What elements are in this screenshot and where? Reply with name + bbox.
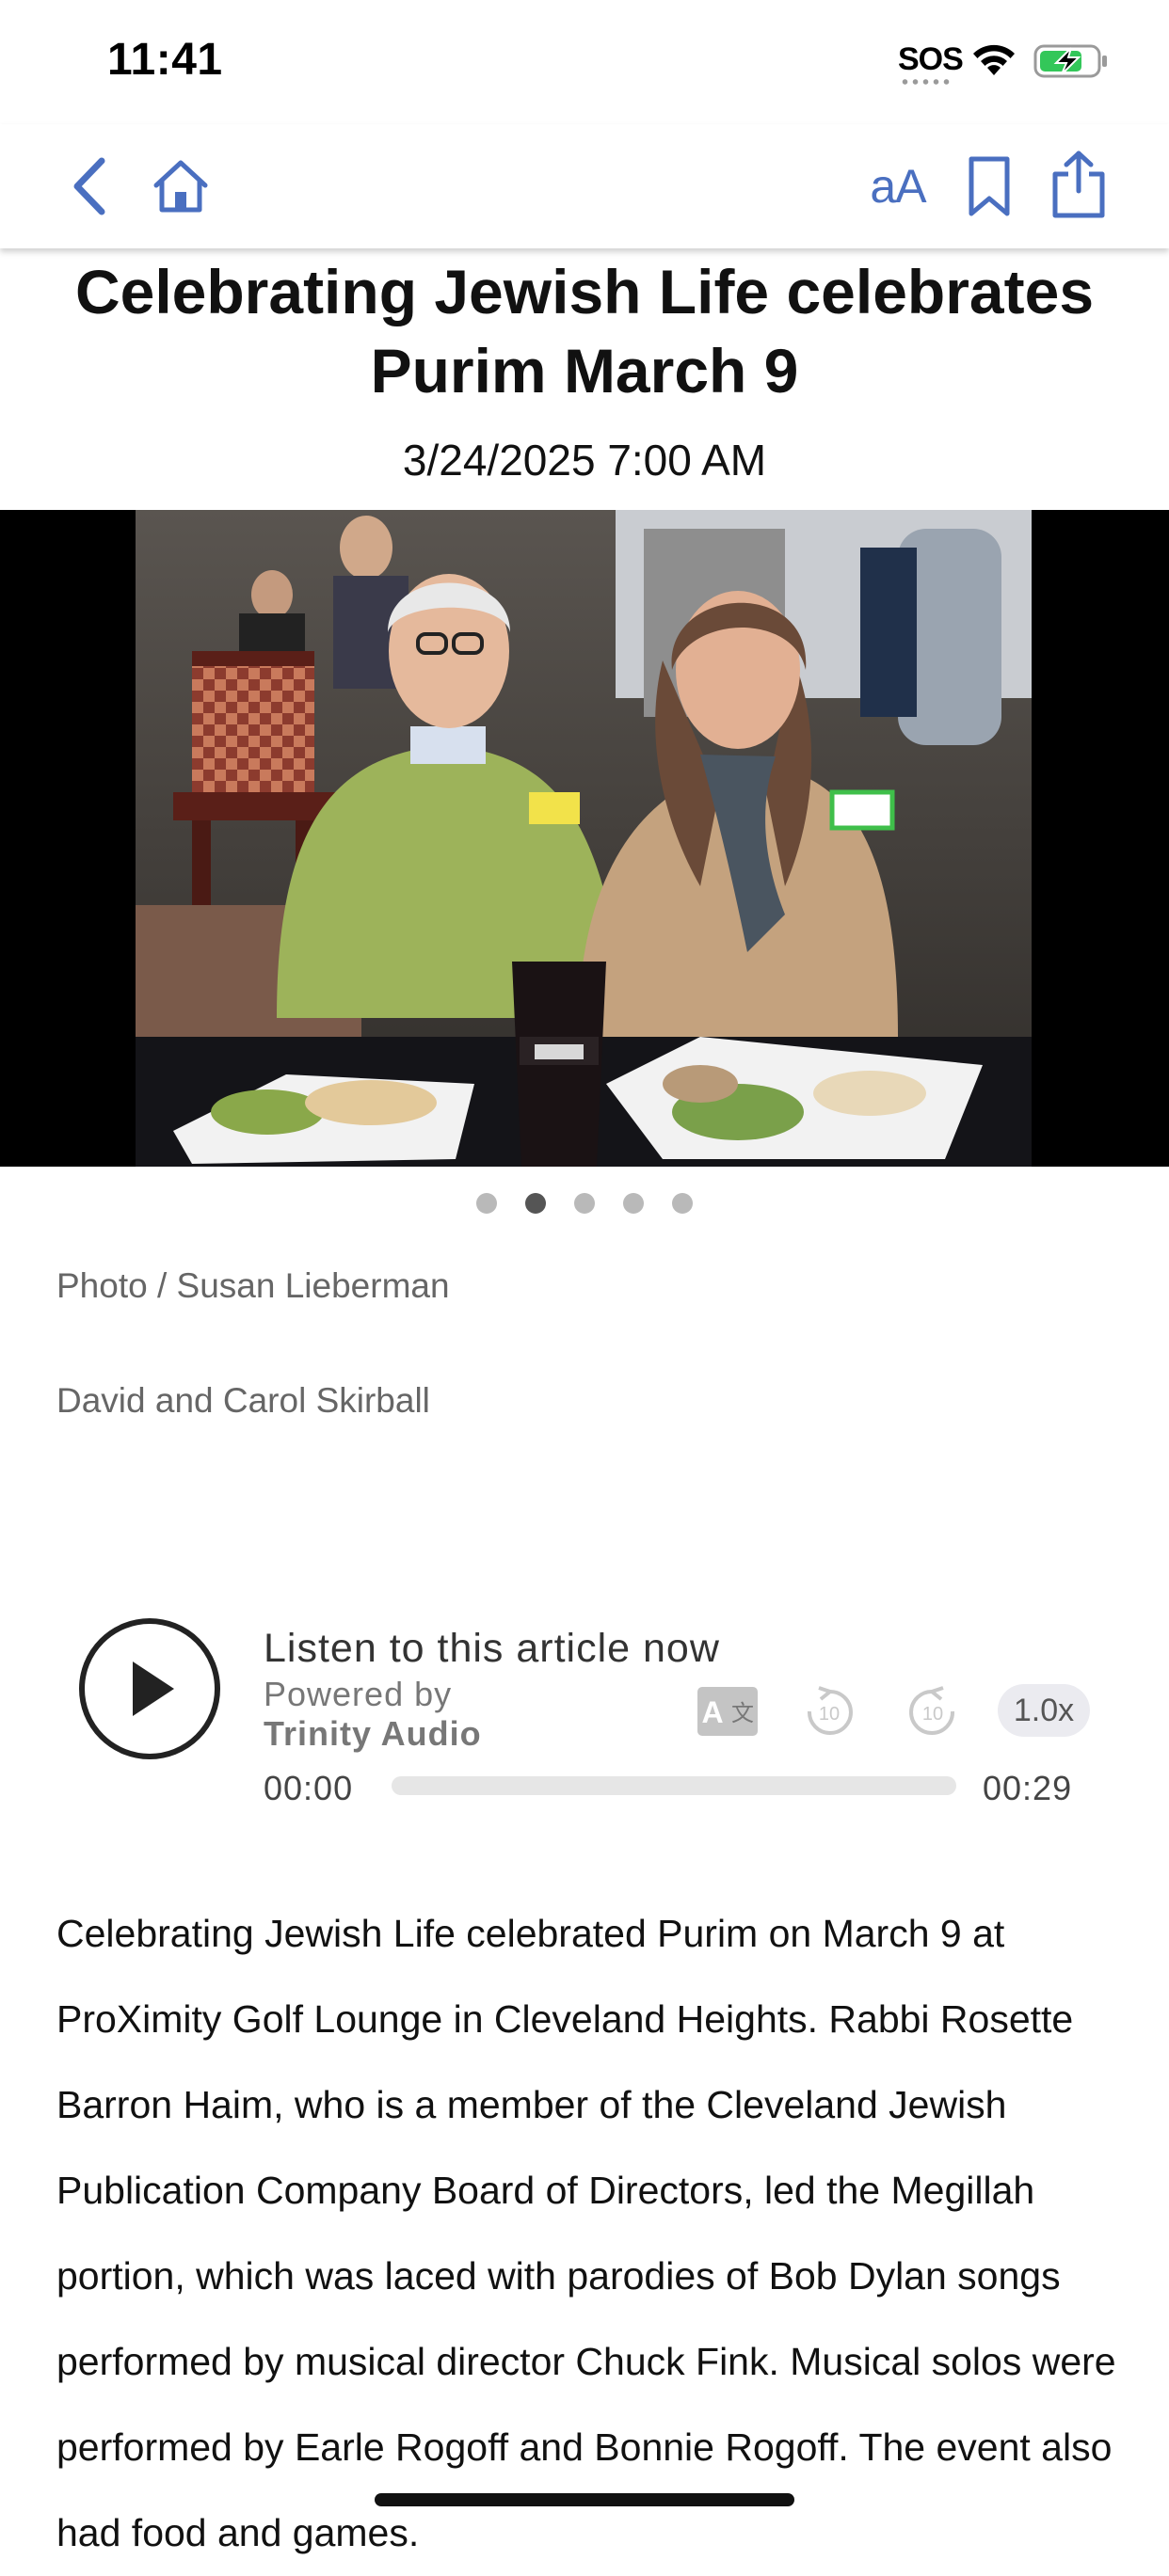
nav-bar: aA <box>0 124 1169 248</box>
rewind-10-icon: 10 <box>807 1686 853 1735</box>
sos-indicator: SOS <box>898 41 964 77</box>
photo-caption: David and Carol Skirball <box>56 1381 430 1420</box>
article-body: Celebrating Jewish Life celebrated Purim… <box>56 1912 1116 2554</box>
article-photo <box>136 510 1032 1167</box>
signal-dots-icon <box>900 79 953 85</box>
battery-charging-icon <box>1033 44 1107 78</box>
audio-progress-bar[interactable] <box>392 1776 956 1795</box>
carousel-dot[interactable] <box>672 1193 693 1214</box>
play-button[interactable] <box>79 1618 220 1759</box>
wifi-icon <box>973 44 1015 75</box>
carousel-dot[interactable] <box>623 1193 644 1214</box>
chevron-left-icon <box>73 157 105 215</box>
svg-text:10: 10 <box>819 1704 840 1725</box>
carousel-dots[interactable] <box>0 1193 1169 1216</box>
duration: 00:29 <box>983 1769 1073 1807</box>
forward-10-icon: 10 <box>909 1686 955 1735</box>
carousel-dot[interactable] <box>476 1193 497 1214</box>
rewind-10-button[interactable]: 10 <box>800 1682 858 1741</box>
svg-text:A: A <box>701 1695 723 1729</box>
translate-icon: A 文 <box>697 1687 758 1736</box>
article-title: Celebrating Jewish Life celebrates Purim… <box>74 257 1095 405</box>
svg-text:文: 文 <box>731 1700 754 1726</box>
status-bar: 11:41 SOS <box>0 0 1169 124</box>
translate-button[interactable]: A 文 <box>695 1684 761 1739</box>
home-button[interactable] <box>147 152 215 220</box>
audio-brand[interactable]: Trinity Audio <box>264 1714 482 1754</box>
powered-by-label: Powered by <box>264 1675 453 1713</box>
audio-title: Listen to this article now <box>264 1626 720 1671</box>
photo-carousel[interactable] <box>0 510 1169 1167</box>
bookmark-icon <box>969 156 1010 216</box>
current-time: 00:00 <box>264 1769 354 1807</box>
home-indicator <box>375 2493 794 2506</box>
font-size-button[interactable]: aA <box>860 151 936 222</box>
play-icon <box>133 1662 174 1716</box>
article-date: 3/24/2025 7:00 AM <box>402 436 767 485</box>
back-button[interactable] <box>60 151 117 222</box>
share-icon <box>1052 151 1105 218</box>
forward-10-button[interactable]: 10 <box>904 1682 962 1741</box>
status-time: 11:41 <box>107 35 223 85</box>
carousel-dot[interactable] <box>574 1193 595 1214</box>
photo-credit: Photo / Susan Lieberman <box>56 1266 450 1305</box>
bookmark-button[interactable] <box>958 149 1020 224</box>
carousel-dot-active[interactable] <box>525 1193 546 1214</box>
share-button[interactable] <box>1043 145 1114 224</box>
svg-text:10: 10 <box>922 1704 943 1725</box>
home-icon <box>153 160 208 213</box>
playback-speed-button[interactable]: 1.0x <box>998 1684 1090 1737</box>
